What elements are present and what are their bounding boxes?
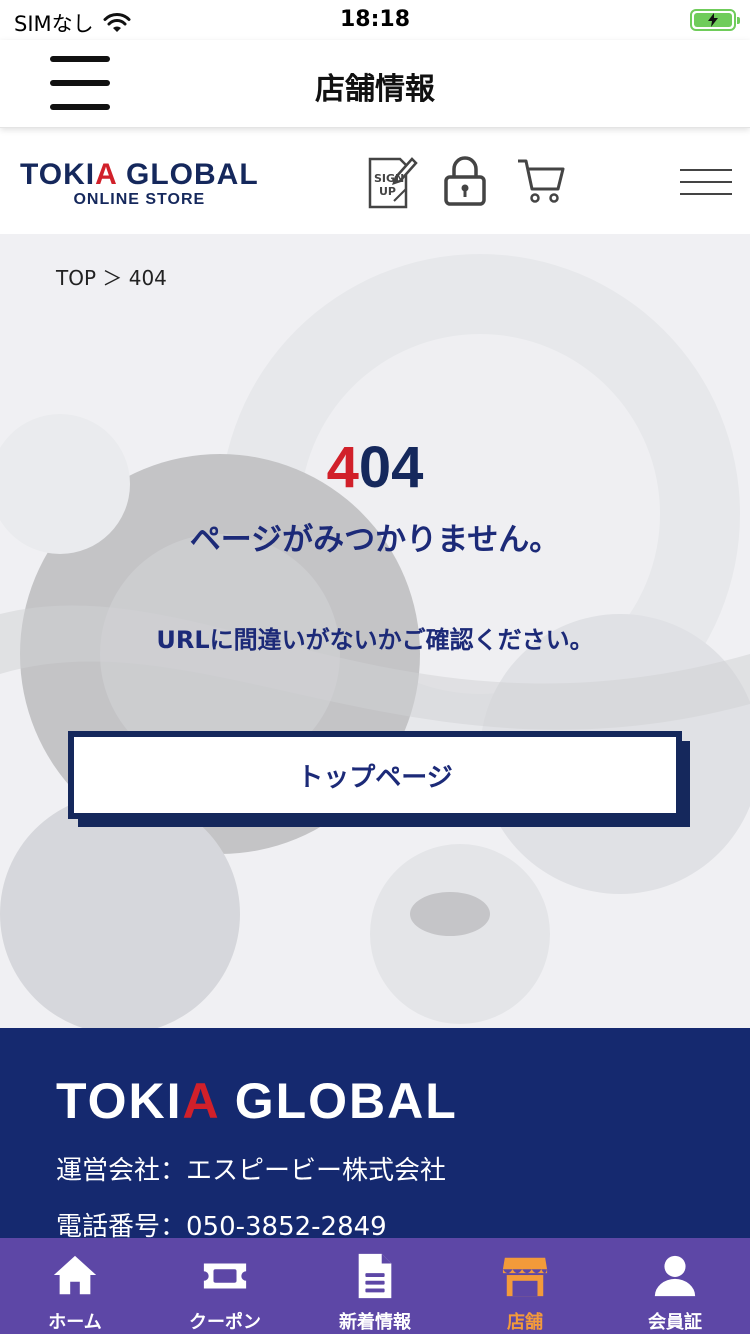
app-header: 店舗情報 [0, 40, 750, 128]
site-header: TOKIA GLOBAL ONLINE STORE SIGN UP [0, 129, 750, 234]
error-title: ページがみつかりません。 [189, 522, 561, 558]
cart-icon[interactable] [516, 157, 566, 205]
site-footer: TOKIA GLOBAL 運営会社：エスピービー株式会社 電話番号：050-38… [0, 1028, 750, 1238]
footer-company: 運営会社：エスピービー株式会社 [56, 1156, 447, 1186]
tab-store[interactable]: 店舗 [450, 1238, 600, 1334]
battery-icon [690, 9, 740, 31]
logo-subtitle: ONLINE STORE [73, 191, 206, 208]
page-title: 店舗情報 [315, 72, 435, 107]
footer-logo: TOKIA GLOBAL [56, 1073, 458, 1129]
status-time: 18:18 [339, 7, 411, 32]
tab-label: クーポン [189, 1312, 261, 1333]
sign-up-icon[interactable]: SIGN UP [366, 155, 418, 211]
store-icon [502, 1257, 548, 1297]
status-bar: SIMなし 18:18 [0, 0, 750, 40]
charging-bolt-icon [708, 13, 718, 27]
logo-main: TOKIA GLOBAL [20, 158, 259, 191]
lock-icon[interactable] [443, 155, 487, 207]
tab-label: ホーム [48, 1312, 102, 1333]
tab-bar: ホーム クーポン 新着情報 店舗 会員証 [0, 1238, 750, 1334]
coupon-icon [203, 1263, 247, 1289]
member-icon [654, 1255, 696, 1297]
footer-phone[interactable]: 電話番号：050-3852-2849 [56, 1206, 387, 1238]
store-logo[interactable]: TOKIA GLOBAL ONLINE STORE [20, 159, 259, 209]
site-menu-icon[interactable] [680, 169, 732, 195]
error-message: URLに間違いがないかご確認ください。 [156, 626, 594, 654]
tab-home[interactable]: ホーム [0, 1238, 150, 1334]
tab-label: 新着情報 [339, 1312, 411, 1333]
tab-news[interactable]: 新着情報 [300, 1238, 450, 1334]
tab-label: 会員証 [648, 1312, 702, 1333]
tab-member[interactable]: 会員証 [600, 1238, 750, 1334]
error-section: TOP ＞ 404 404 ページがみつかりません。 URLに間違いがないかご確… [0, 234, 750, 1028]
svg-text:UP: UP [379, 185, 396, 198]
tab-coupon[interactable]: クーポン [150, 1238, 300, 1334]
breadcrumb[interactable]: TOP ＞ 404 [56, 262, 167, 291]
tab-label: 店舗 [507, 1312, 543, 1333]
error-code: 404 [326, 435, 424, 500]
svg-text:SIGN: SIGN [374, 172, 404, 185]
news-icon [358, 1253, 392, 1299]
home-icon [53, 1255, 97, 1295]
top-page-button[interactable]: トップページ [68, 731, 682, 819]
